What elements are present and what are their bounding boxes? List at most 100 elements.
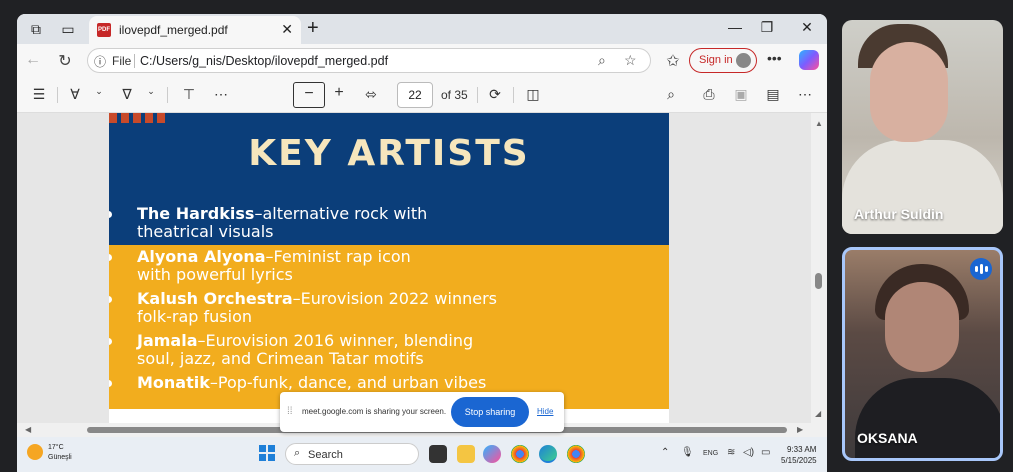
artist-name: Kalush Orchestra [137,289,293,308]
speaking-indicator-icon [970,258,992,280]
new-tab-icon[interactable]: + [307,17,319,40]
more-options-icon[interactable]: ⋯ [795,86,815,103]
favorites-icon[interactable]: ✩ [663,51,683,71]
pdf-page: KEY ARTISTS The Hardkiss–alternative roc… [109,113,669,409]
print-icon[interactable]: ⎙ [699,86,719,103]
artist-desc: –alternative rock with [254,204,428,223]
more-menu-icon[interactable]: ••• [767,50,782,66]
weather-temp: 17°C [48,444,64,451]
resize-corner-icon: ◢ [815,409,822,418]
vertical-scroll-thumb[interactable] [815,273,822,289]
refresh-icon[interactable]: ↻ [55,51,75,71]
taskbar-search[interactable]: ⌕ Search [285,443,419,465]
search-icon: ⌕ [294,447,301,459]
fit-page-icon[interactable]: ⬄ [361,86,381,103]
close-window-icon[interactable]: ✕ [797,19,817,36]
task-view-icon[interactable] [429,445,447,463]
contents-icon[interactable]: ☰ [29,86,49,103]
scroll-up-icon[interactable]: ▲ [815,119,823,128]
artist-name: The Hardkiss [137,204,255,223]
rotate-icon[interactable]: ⟳ [485,86,505,103]
back-icon[interactable]: ← [23,51,43,69]
artist-desc-cont: with powerful lyrics [137,265,293,284]
tab-bar: ⧉ ▭ PDF ilovepdf_merged.pdf ✕ + — ❐ ✕ [17,14,827,44]
scroll-right-icon[interactable]: ▶ [797,425,803,434]
tab-pdf[interactable]: PDF ilovepdf_merged.pdf ✕ [89,16,301,44]
copilot-icon[interactable] [799,50,819,70]
scroll-left-icon[interactable]: ◀ [25,425,31,434]
chevron-down-icon[interactable]: ⌄ [141,86,161,97]
drag-handle-icon[interactable]: ⁞⁞ [287,406,293,417]
vertical-scrollbar[interactable]: ▲ ◢ [811,113,827,437]
microphone-icon[interactable]: 🎙︎ [681,447,694,458]
page-number-input[interactable]: 22 [397,82,433,108]
find-icon[interactable]: ⌕ [661,86,681,103]
participant-tile[interactable]: Arthur Suldin [842,20,1003,234]
save-as-icon[interactable]: ▤ [763,86,783,103]
share-message: meet.google.com is sharing your screen. [302,407,447,416]
tab-actions-icon[interactable]: ▭ [59,20,77,38]
artist-desc-cont: theatrical visuals [137,222,274,241]
participant-name: Arthur Suldin [854,206,944,222]
pdf-file-icon: PDF [97,23,111,37]
url-divider [134,54,135,68]
maximize-icon[interactable]: ❐ [757,19,777,36]
zoom-page-icon[interactable]: ⌕ [598,52,606,69]
highlight-icon[interactable]: ∀ [65,86,85,103]
volume-icon[interactable]: ◁) [743,447,754,458]
favorite-star-icon[interactable]: ☆ [624,52,637,69]
chrome-profile-icon[interactable] [567,445,585,463]
pdf-viewer[interactable]: KEY ARTISTS The Hardkiss–alternative roc… [17,113,827,437]
pdf-toolbar: ☰ ∀ ⌄ ∇ ⌄ ⊤ ⋯ − + ⬄ 22 of 35 ⟳ ◫ ⌕ ⎙ ▣ ▤… [17,77,827,113]
screen: ⧉ ▭ PDF ilovepdf_merged.pdf ✕ + — ❐ ✕ ← … [0,0,1013,472]
url-text[interactable]: C:/Users/g_nis/Desktop/ilovepdf_merged.p… [140,54,388,68]
toolbar-divider [57,87,58,103]
zoom-in-button[interactable]: + [329,84,349,102]
save-icon[interactable]: ▣ [731,86,751,103]
weather-condition: Güneşli [48,454,72,461]
page-view-icon[interactable]: ◫ [523,86,543,103]
toolbar-divider [477,87,478,103]
chrome-icon[interactable] [511,445,529,463]
artist-desc-cont: soul, jazz, and Crimean Tatar motifs [137,349,424,368]
tab-close-icon[interactable]: ✕ [281,21,293,38]
artist-desc: –Eurovision 2016 winner, blending [197,331,474,350]
address-bar[interactable]: ⓘ File C:/Users/g_nis/Desktop/ilovepdf_m… [87,48,651,73]
minimize-icon[interactable]: — [725,19,745,35]
browser-window: ⧉ ▭ PDF ilovepdf_merged.pdf ✕ + — ❐ ✕ ← … [17,14,827,437]
text-box-icon[interactable]: ⊤ [179,86,199,103]
wifi-icon[interactable]: ≋ [727,447,735,458]
more-tools-icon[interactable]: ⋯ [211,86,231,103]
taskbar: 17°C Güneşli ⌕ Search ⌃ 🎙︎ ENG ≋ ◁) ▭ 9:… [17,437,827,472]
workspaces-icon[interactable]: ⧉ [27,20,45,38]
chevron-down-icon[interactable]: ⌄ [89,86,109,97]
stop-sharing-button[interactable]: Stop sharing [451,397,529,427]
language-indicator[interactable]: ENG [703,450,718,457]
participant-name: OKSANA [857,430,918,446]
clock-time[interactable]: 9:33 AM [787,445,816,454]
search-label: Search [308,449,343,461]
clock-date[interactable]: 5/15/2025 [781,456,817,465]
chevron-up-icon[interactable]: ⌃ [661,447,669,458]
page-total: of 35 [441,88,468,102]
hide-link[interactable]: Hide [537,407,553,416]
zoom-out-button[interactable]: − [293,82,325,108]
artist-desc: –Eurovision 2022 winners [292,289,497,308]
battery-icon[interactable]: ▭ [761,447,770,458]
draw-icon[interactable]: ∇ [117,86,137,103]
participant-tile-active[interactable]: OKSANA [842,247,1003,461]
windows-start-icon[interactable] [259,445,275,461]
sign-in-button[interactable]: Sign in [689,48,757,73]
edge-icon[interactable] [539,445,557,463]
artist-name: Monatik [137,373,210,392]
file-explorer-icon[interactable] [457,445,475,463]
scheme-label: File [112,54,132,68]
copilot-app-icon[interactable] [483,445,501,463]
info-icon[interactable]: ⓘ [94,53,106,70]
slide-heading: KEY ARTISTS [248,133,530,174]
participant-video [855,378,1000,458]
sun-icon[interactable] [27,444,43,460]
sign-in-label: Sign in [699,54,733,66]
address-bar-row: ← ↻ ⓘ File C:/Users/g_nis/Desktop/ilovep… [17,44,827,77]
profile-avatar-icon [736,53,751,68]
